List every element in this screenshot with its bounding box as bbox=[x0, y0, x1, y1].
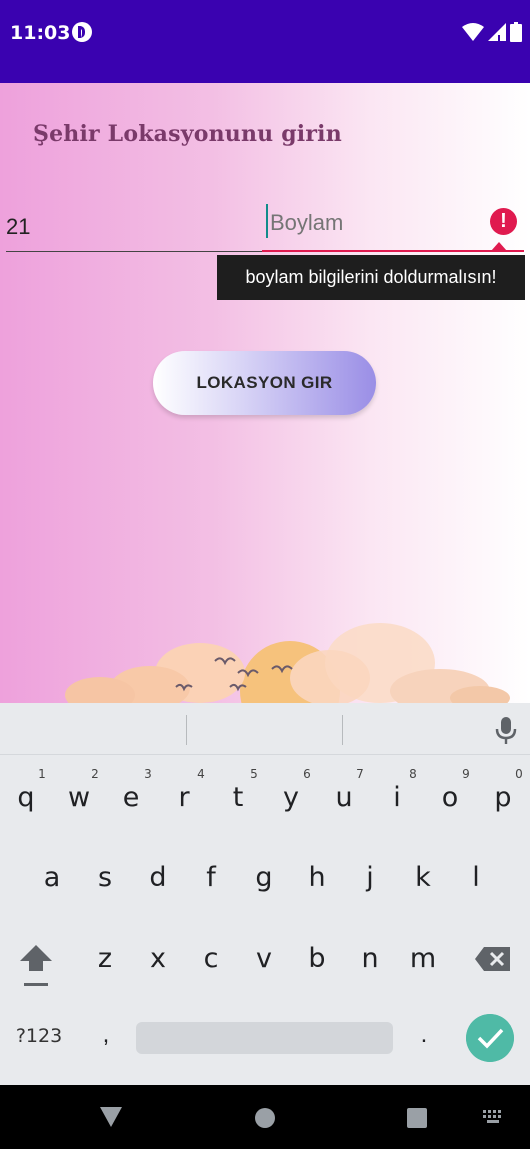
submit-location-button[interactable]: LOKASYON GIR bbox=[153, 351, 376, 415]
longitude-input[interactable] bbox=[270, 207, 480, 239]
symbols-key[interactable]: ?123 bbox=[10, 1025, 68, 1055]
enter-check-icon[interactable] bbox=[466, 1014, 514, 1062]
key-s[interactable]: s bbox=[81, 850, 129, 906]
navigation-bar bbox=[0, 1085, 530, 1149]
key-hint-9: 9 bbox=[462, 767, 470, 781]
comma-key[interactable]: , bbox=[92, 1021, 120, 1049]
key-hint-5: 5 bbox=[250, 767, 258, 781]
location-screen: Şehir Lokasyonunu girin ! boylam bilgile… bbox=[0, 83, 530, 703]
key-x[interactable]: x bbox=[134, 931, 182, 987]
key-d[interactable]: d bbox=[134, 850, 182, 906]
key-b[interactable]: b bbox=[293, 931, 341, 987]
key-hint-1: 1 bbox=[38, 767, 46, 781]
suggestion-divider bbox=[186, 715, 187, 745]
suggestion-bar bbox=[0, 703, 530, 755]
error-tooltip: boylam bilgilerini doldurmalısın! bbox=[217, 255, 525, 300]
home-icon[interactable] bbox=[255, 1108, 275, 1128]
key-hint-8: 8 bbox=[409, 767, 417, 781]
key-m[interactable]: m bbox=[399, 931, 447, 987]
longitude-underline-error bbox=[262, 250, 524, 252]
key-hint-7: 7 bbox=[356, 767, 364, 781]
battery-icon bbox=[510, 22, 522, 42]
key-v[interactable]: v bbox=[240, 931, 288, 987]
error-tooltip-arrow bbox=[491, 242, 507, 251]
shift-icon[interactable] bbox=[18, 941, 54, 989]
key-l[interactable]: l bbox=[452, 850, 500, 906]
key-j[interactable]: j bbox=[346, 850, 394, 906]
latitude-input[interactable] bbox=[6, 207, 251, 247]
wifi-icon bbox=[462, 23, 484, 41]
microphone-icon[interactable] bbox=[494, 715, 518, 747]
space-bar[interactable] bbox=[136, 1022, 393, 1054]
key-a[interactable]: a bbox=[28, 850, 76, 906]
key-hint-6: 6 bbox=[303, 767, 311, 781]
key-hint-0: 0 bbox=[515, 767, 523, 781]
key-hint-3: 3 bbox=[144, 767, 152, 781]
signal-icon bbox=[488, 23, 506, 41]
suggestion-divider bbox=[342, 715, 343, 745]
key-c[interactable]: c bbox=[187, 931, 235, 987]
status-icons bbox=[462, 22, 522, 42]
text-cursor bbox=[266, 204, 268, 238]
key-h[interactable]: h bbox=[293, 850, 341, 906]
status-bar: 11:03 bbox=[0, 0, 530, 83]
status-time: 11:03 bbox=[10, 22, 71, 44]
notification-app-icon bbox=[72, 22, 92, 42]
recents-icon[interactable] bbox=[407, 1108, 427, 1128]
back-icon[interactable] bbox=[100, 1107, 122, 1127]
backspace-icon[interactable] bbox=[474, 944, 512, 974]
key-n[interactable]: n bbox=[346, 931, 394, 987]
key-hint-2: 2 bbox=[91, 767, 99, 781]
error-icon: ! bbox=[490, 208, 517, 235]
key-g[interactable]: g bbox=[240, 850, 288, 906]
key-k[interactable]: k bbox=[399, 850, 447, 906]
sunset-clouds-illustration bbox=[65, 623, 510, 703]
keyboard-switch-icon[interactable] bbox=[483, 1110, 505, 1126]
page-title: Şehir Lokasyonunu girin bbox=[33, 121, 342, 147]
key-z[interactable]: z bbox=[81, 931, 129, 987]
key-hint-4: 4 bbox=[197, 767, 205, 781]
period-key[interactable]: . bbox=[410, 1021, 438, 1049]
key-f[interactable]: f bbox=[187, 850, 235, 906]
latitude-underline bbox=[6, 251, 262, 252]
soft-keyboard: q w e r t y u i o p 1 2 3 4 5 6 7 8 9 0 … bbox=[0, 703, 530, 1085]
